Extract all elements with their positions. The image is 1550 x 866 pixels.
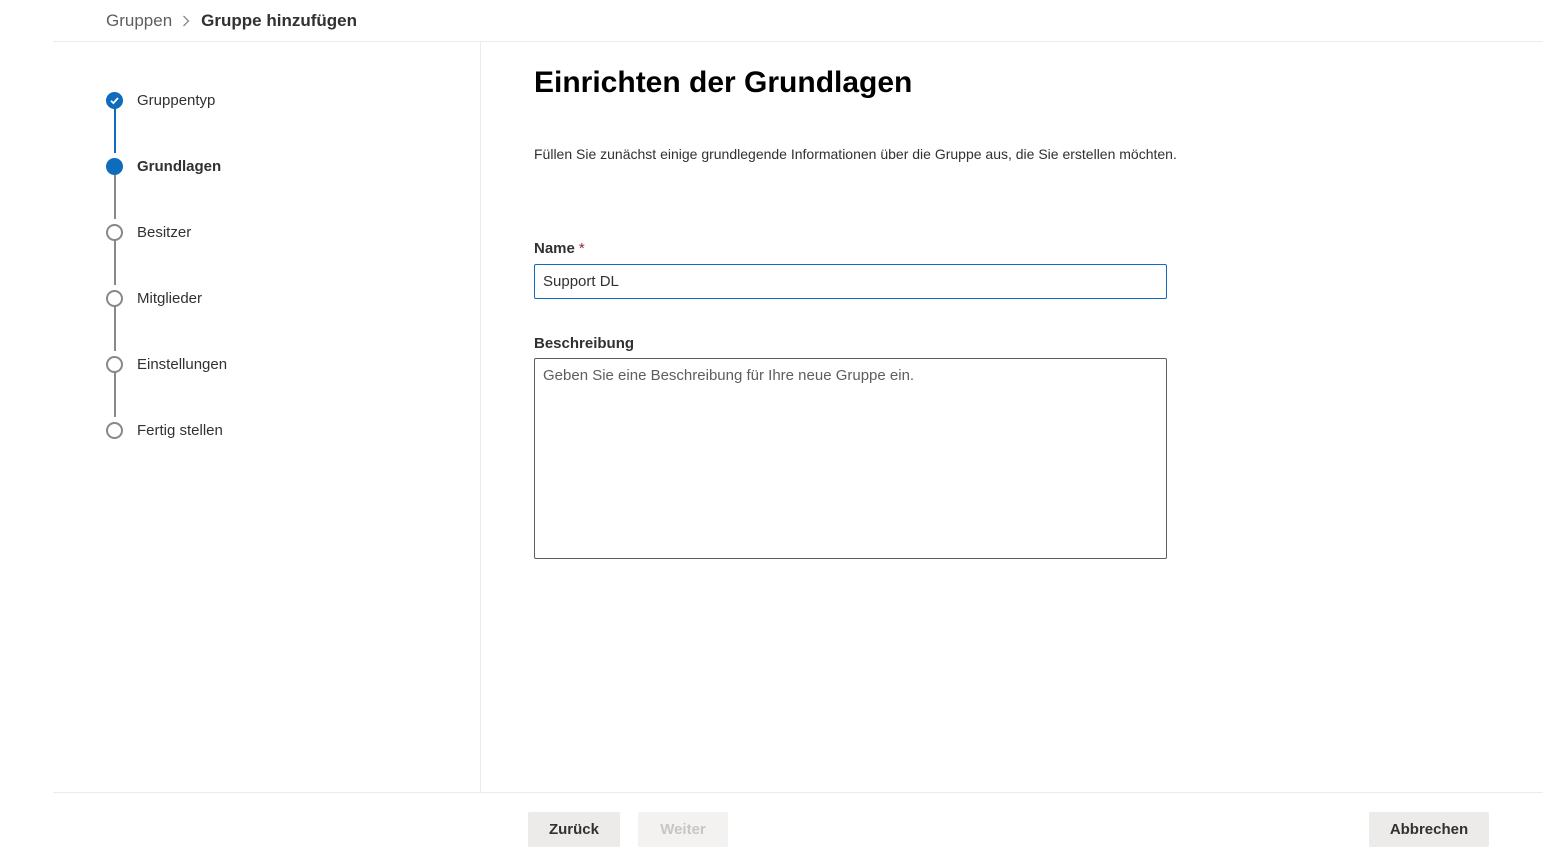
step-grundlagen[interactable]: Grundlagen bbox=[106, 156, 221, 176]
add-group-wizard: Gruppen Gruppe hinzufügen Gruppentyp Gru… bbox=[0, 0, 1550, 866]
pending-step-indicator bbox=[106, 355, 123, 373]
pending-step-indicator bbox=[106, 421, 123, 439]
header-divider bbox=[53, 41, 1543, 42]
step-label: Fertig stellen bbox=[137, 421, 223, 439]
step-label: Gruppentyp bbox=[137, 91, 216, 109]
name-input[interactable] bbox=[534, 264, 1167, 299]
page-description: Füllen Sie zunächst einige grundlegende … bbox=[534, 146, 1177, 162]
cancel-button[interactable]: Abbrechen bbox=[1369, 812, 1489, 847]
step-mitglieder[interactable]: Mitglieder bbox=[106, 288, 202, 308]
step-besitzer[interactable]: Besitzer bbox=[106, 222, 191, 242]
step-connector bbox=[114, 371, 116, 417]
breadcrumb-current: Gruppe hinzufügen bbox=[201, 11, 357, 30]
checkmark-icon bbox=[106, 91, 123, 109]
step-connector bbox=[114, 107, 116, 153]
page-title: Einrichten der Grundlagen bbox=[534, 66, 913, 99]
step-label: Mitglieder bbox=[137, 289, 203, 307]
pending-step-indicator bbox=[106, 223, 123, 241]
step-connector bbox=[114, 173, 116, 219]
next-button[interactable]: Weiter bbox=[638, 812, 728, 847]
breadcrumb: Gruppen Gruppe hinzufügen bbox=[106, 9, 357, 33]
name-label: Name * bbox=[534, 240, 585, 257]
step-fertig-stellen[interactable]: Fertig stellen bbox=[106, 420, 223, 440]
step-gruppentyp[interactable]: Gruppentyp bbox=[106, 90, 215, 110]
step-label: Einstellungen bbox=[137, 355, 228, 373]
name-label-text: Name bbox=[534, 240, 575, 257]
breadcrumb-link-groups[interactable]: Gruppen bbox=[106, 11, 172, 31]
sidebar-divider bbox=[480, 42, 481, 792]
pending-step-indicator bbox=[106, 289, 123, 307]
required-indicator: * bbox=[578, 240, 585, 257]
description-textarea[interactable] bbox=[534, 358, 1167, 559]
step-connector bbox=[114, 239, 116, 285]
chevron-right-icon bbox=[182, 15, 190, 27]
step-label: Grundlagen bbox=[137, 157, 222, 175]
description-label: Beschreibung bbox=[534, 335, 635, 352]
current-step-indicator bbox=[106, 157, 123, 175]
step-label: Besitzer bbox=[137, 223, 192, 241]
step-connector bbox=[114, 305, 116, 351]
back-button[interactable]: Zurück bbox=[528, 812, 620, 847]
step-einstellungen[interactable]: Einstellungen bbox=[106, 354, 227, 374]
footer-divider bbox=[53, 792, 1543, 793]
